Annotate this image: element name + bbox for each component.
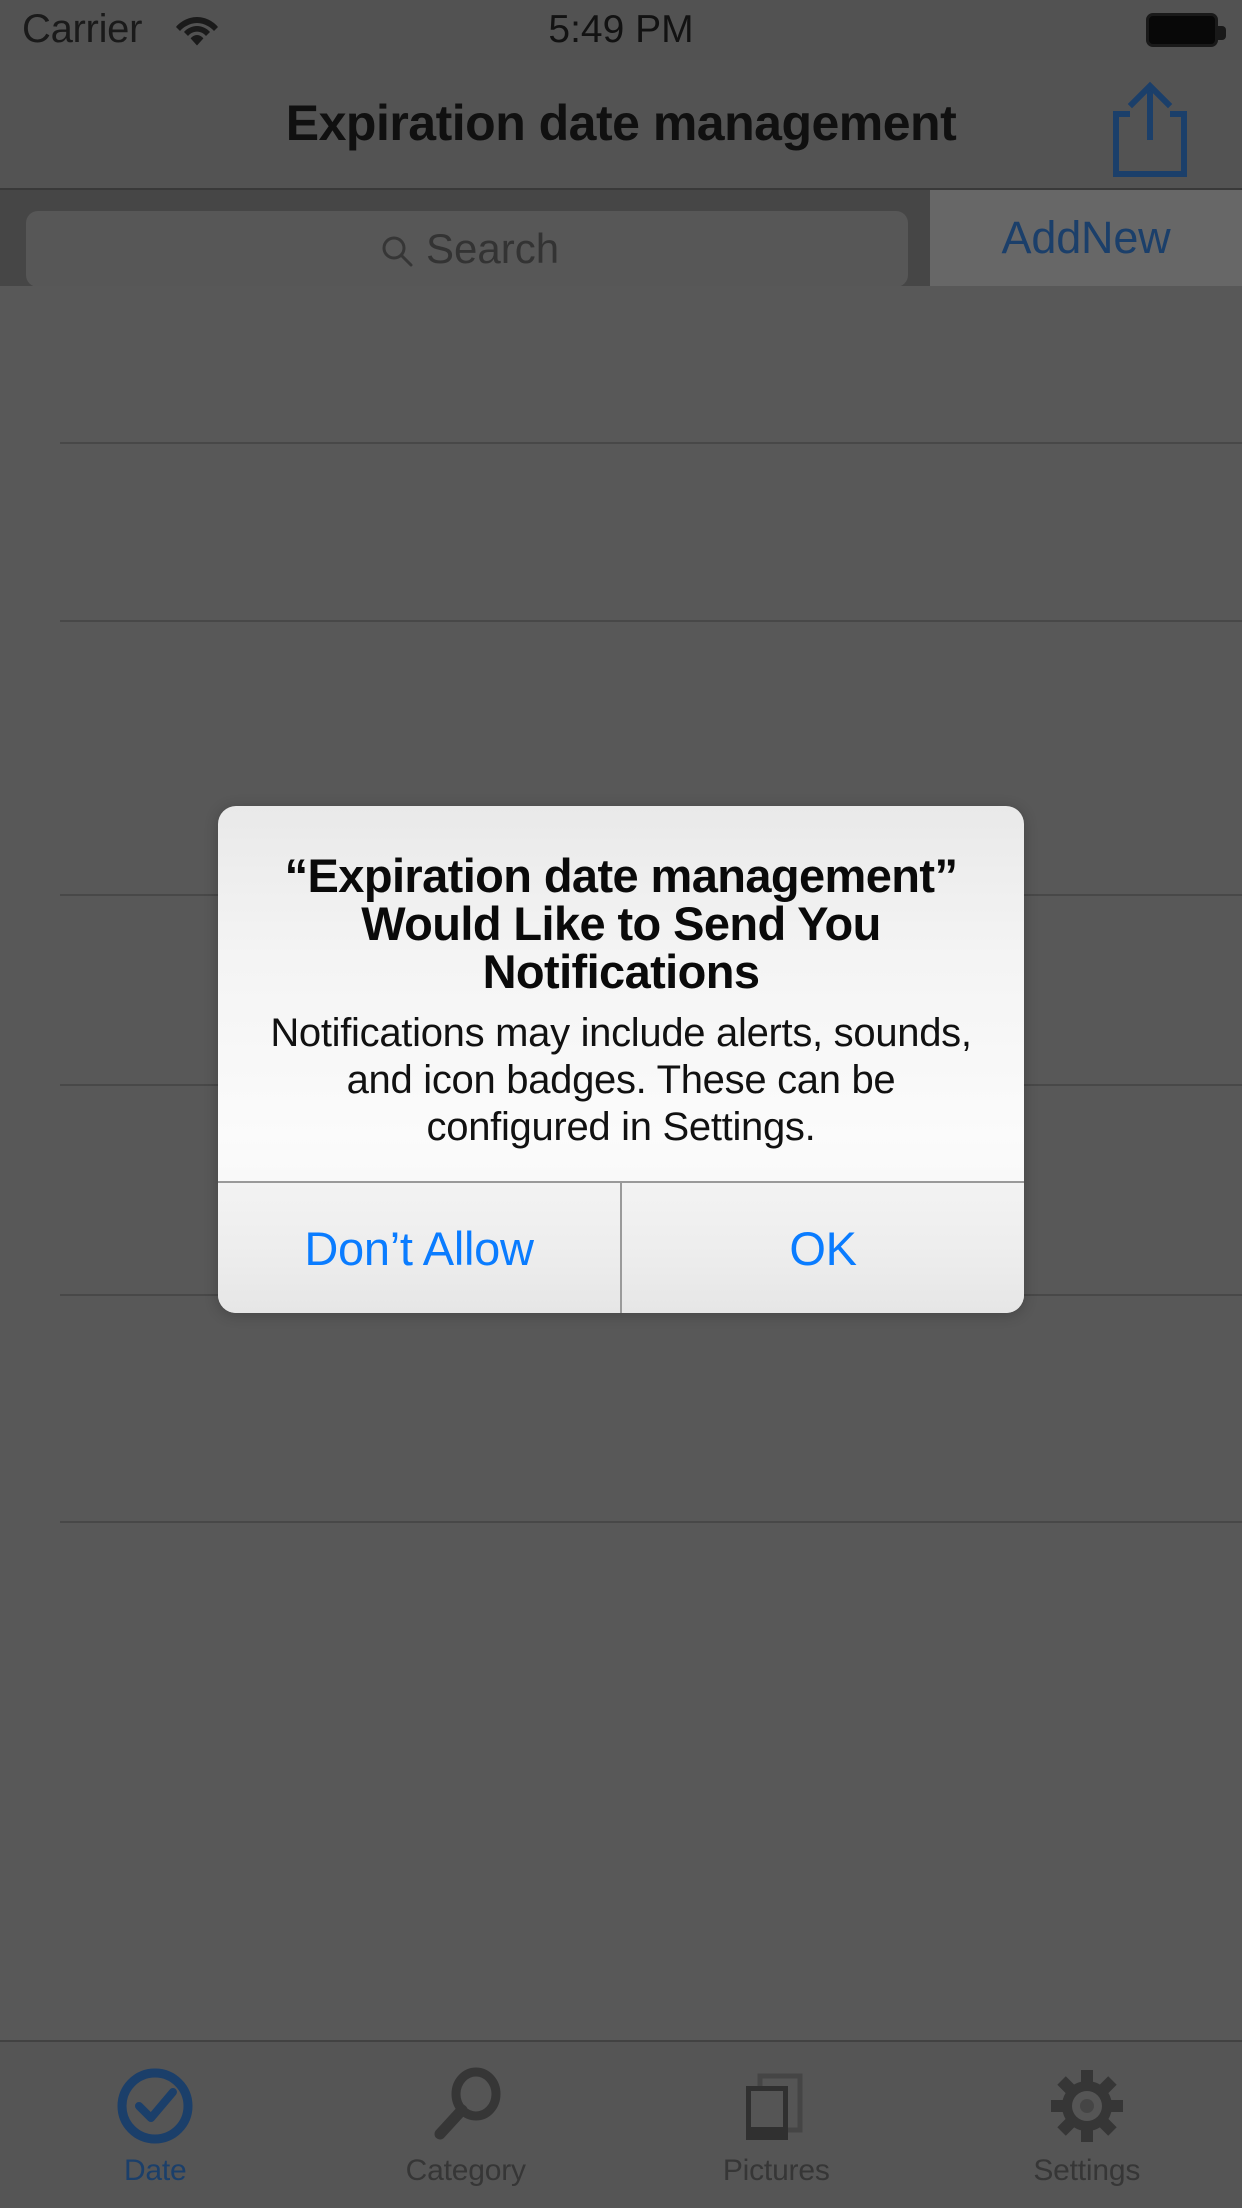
tab-label-category: Category: [405, 2154, 526, 2187]
photos-stack-icon: [734, 2064, 818, 2148]
tab-label-settings: Settings: [1033, 2154, 1141, 2187]
magnifier-icon: [424, 2064, 508, 2148]
share-button[interactable]: [1104, 78, 1196, 178]
tab-item-settings[interactable]: Settings: [932, 2042, 1242, 2208]
clock-label: 5:49 PM: [548, 8, 694, 51]
alert-message: Notifications may include alerts, sounds…: [270, 1010, 972, 1150]
alert-actions: Don’t Allow OK: [218, 1181, 1024, 1314]
phone-screen: Carrier 5:49 PM Expiration date manageme…: [0, 0, 1242, 2208]
tab-item-pictures[interactable]: Pictures: [621, 2042, 932, 2208]
dont-allow-button[interactable]: Don’t Allow: [218, 1183, 620, 1313]
alert-title: “Expiration date management” Would Like …: [284, 849, 958, 998]
battery-full-icon: [1146, 13, 1226, 47]
search-icon: [381, 235, 413, 267]
table-row-separator: [60, 1521, 1242, 1523]
add-new-button[interactable]: AddNew: [930, 190, 1242, 286]
tab-bar: Date Category Pictures Settings: [0, 2040, 1242, 2208]
search-bar-row: Search AddNew: [0, 190, 1242, 287]
notification-permission-alert: “Expiration date management” Would Like …: [218, 806, 1024, 1314]
search-placeholder: Search: [426, 225, 560, 272]
search-bar-container: Search: [0, 190, 930, 287]
gear-icon: [1045, 2064, 1129, 2148]
alert-body: “Expiration date management” Would Like …: [218, 806, 1024, 1181]
ok-button[interactable]: OK: [620, 1183, 1024, 1314]
search-input[interactable]: Search: [26, 211, 908, 287]
tab-label-pictures: Pictures: [722, 2154, 830, 2187]
status-bar: Carrier 5:49 PM: [0, 0, 1242, 60]
page-title: Expiration date management: [285, 95, 957, 151]
tab-item-category[interactable]: Category: [311, 2042, 622, 2208]
tab-label-date: Date: [123, 2154, 187, 2187]
navigation-bar: Expiration date management: [0, 60, 1242, 190]
check-circle-icon: [113, 2064, 197, 2148]
tab-item-date[interactable]: Date: [0, 2042, 311, 2208]
table-row-separator: [60, 442, 1242, 444]
table-row-separator: [60, 620, 1242, 622]
add-new-label: AddNew: [1001, 212, 1171, 263]
